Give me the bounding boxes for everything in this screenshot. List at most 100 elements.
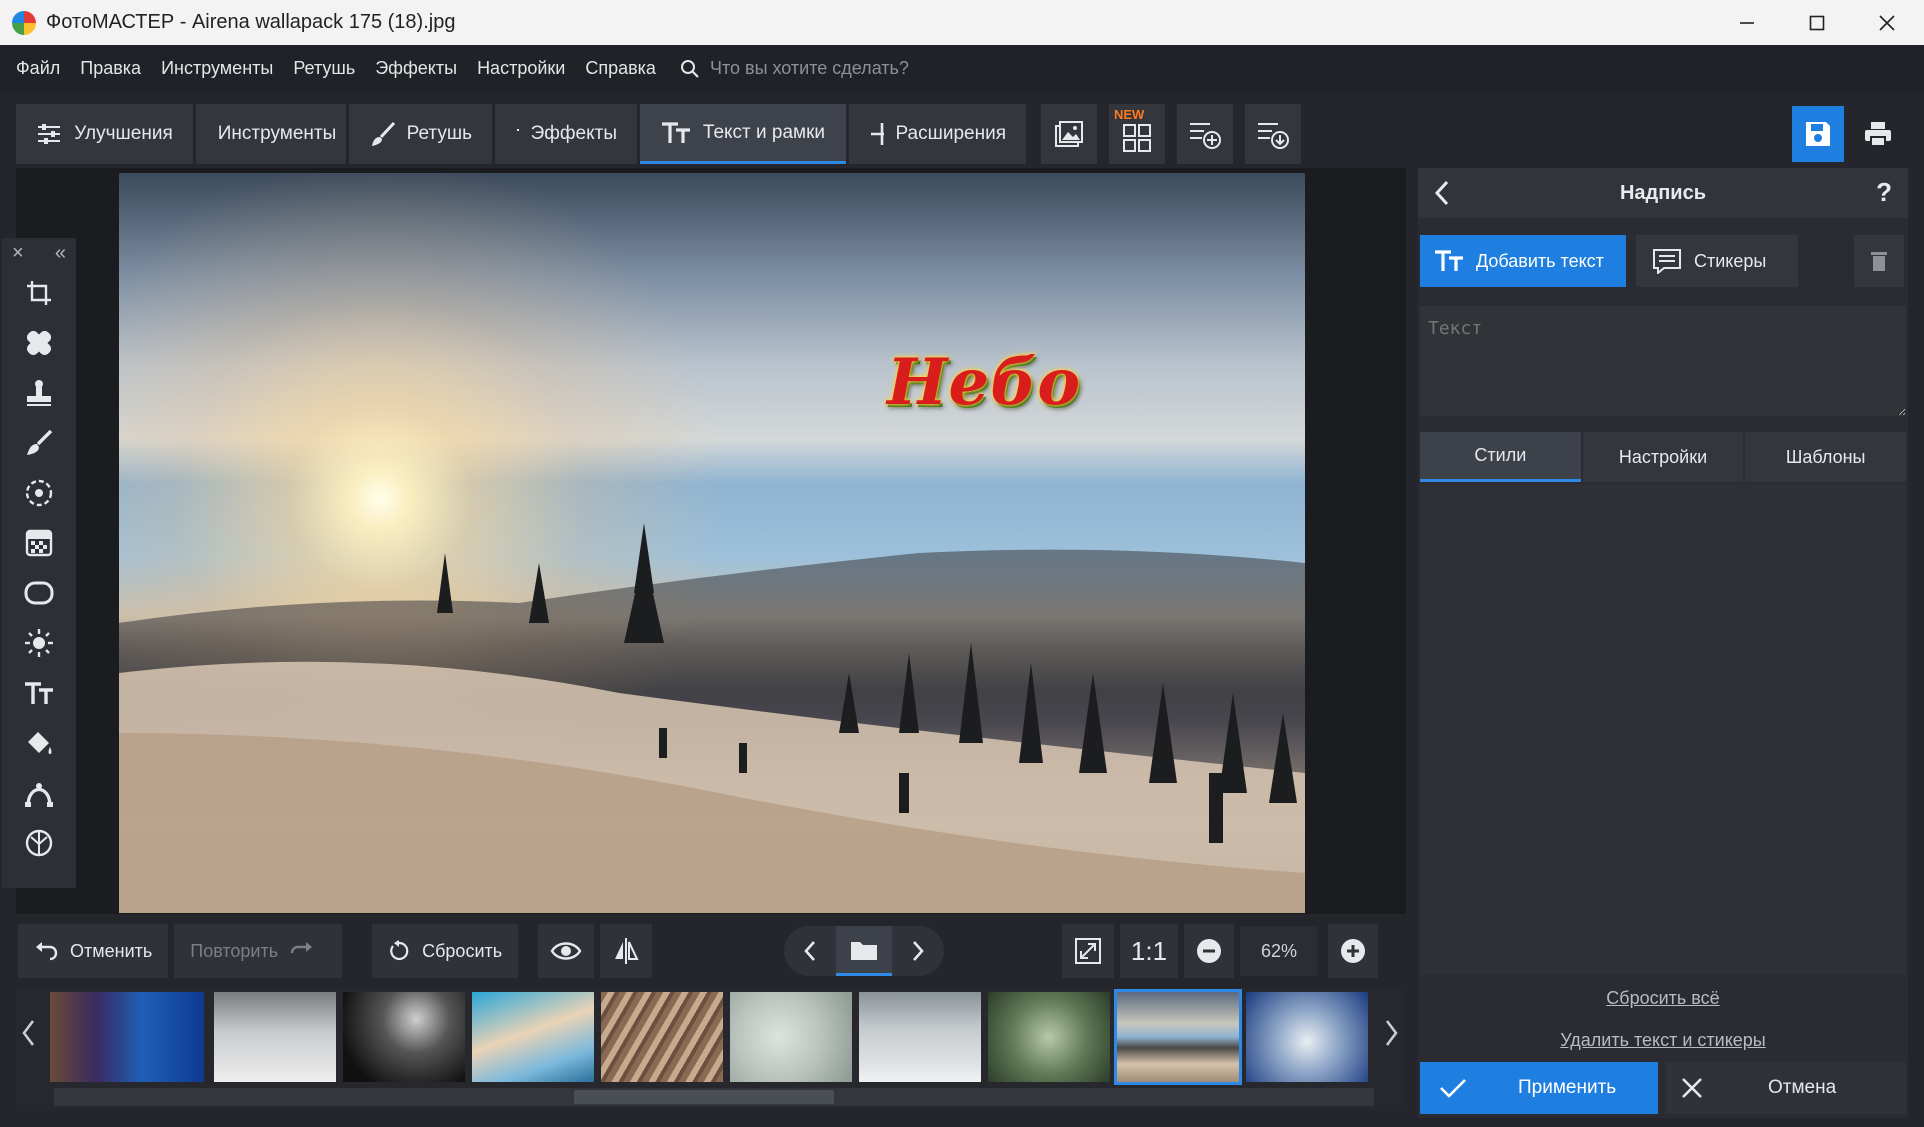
tab-enhancements[interactable]: Улучшения (16, 104, 193, 164)
menu-help[interactable]: Справка (585, 58, 656, 79)
collapse-tools-icon[interactable]: « (55, 242, 66, 265)
thumbnail-3[interactable] (343, 992, 465, 1082)
thumbnail-10[interactable] (1246, 992, 1368, 1082)
text-panel: Надпись ? Добавить текст Стикеры Стили Н… (1418, 168, 1908, 1118)
overlay-text-sky[interactable]: Небо (887, 345, 1081, 420)
thumbnail-8[interactable] (988, 992, 1110, 1082)
sliders-icon (38, 124, 61, 144)
add-preset-button[interactable] (1177, 104, 1233, 164)
tab-extensions[interactable]: Расширения (849, 104, 1026, 164)
preview-button[interactable] (538, 924, 595, 978)
chevron-left-icon (804, 941, 815, 961)
close-button[interactable] (1852, 0, 1922, 45)
checkmark-icon (1440, 1079, 1466, 1098)
redo-button[interactable]: Повторить (174, 924, 343, 978)
fit-screen-button[interactable] (1062, 924, 1114, 978)
film-next-button[interactable] (1384, 1018, 1400, 1053)
image-icon (1055, 121, 1083, 147)
sun-icon (25, 629, 53, 657)
printer-icon (1865, 122, 1891, 147)
download-preset-button[interactable] (1245, 104, 1301, 164)
zoom-in-button[interactable] (1328, 924, 1378, 978)
panel-header: Надпись ? (1418, 168, 1908, 218)
cancel-button[interactable]: Отмена (1666, 1062, 1906, 1114)
thumbnail-5[interactable] (601, 992, 723, 1082)
zoom-level[interactable]: 62% (1240, 926, 1318, 976)
menu-retouch[interactable]: Ретушь (293, 58, 355, 79)
filmstrip-scrollbar[interactable] (54, 1088, 1374, 1106)
close-tools-icon[interactable]: × (12, 242, 24, 265)
tool-light[interactable] (2, 618, 76, 668)
plus-circle-icon (1341, 939, 1365, 963)
compare-button[interactable] (600, 924, 653, 978)
collage-button[interactable]: NEW (1109, 104, 1165, 164)
next-image-button[interactable] (892, 926, 944, 976)
thumbnail-6[interactable] (730, 992, 852, 1082)
thumbnail-4[interactable] (472, 992, 594, 1082)
thumbnail-7[interactable] (859, 992, 981, 1082)
tab-settings[interactable]: Настройки (1582, 432, 1744, 482)
reset-button[interactable]: Сбросить (372, 924, 519, 978)
tool-curves[interactable] (2, 768, 76, 818)
tool-gradient[interactable] (2, 518, 76, 568)
add-text-button[interactable]: Добавить текст (1420, 235, 1626, 287)
image-button[interactable] (1041, 104, 1097, 164)
menu-edit[interactable]: Правка (80, 58, 141, 79)
menu-file[interactable]: Файл (16, 58, 60, 79)
text-input[interactable] (1420, 306, 1906, 416)
tool-vignette[interactable] (2, 568, 76, 618)
film-prev-button[interactable] (20, 1018, 36, 1053)
menu-effects[interactable]: Эффекты (375, 58, 457, 79)
apply-button[interactable]: Применить (1420, 1062, 1658, 1114)
chevron-left-icon (1434, 180, 1449, 206)
tab-text-frames[interactable]: Текст и рамки (640, 104, 846, 164)
filmstrip (16, 988, 1406, 1110)
filmstrip-scroll-thumb[interactable] (574, 1090, 834, 1104)
stickers-button[interactable]: Стикеры (1636, 235, 1798, 287)
prev-image-button[interactable] (784, 926, 836, 976)
tool-text[interactable] (2, 668, 76, 718)
thumbnail-9-selected[interactable] (1114, 989, 1242, 1085)
fit-screen-icon (1075, 938, 1101, 964)
open-folder-button[interactable] (836, 926, 892, 976)
tab-instruments[interactable]: Инструменты (196, 104, 346, 164)
maximize-icon (1809, 15, 1825, 30)
text-icon (25, 682, 53, 704)
tab-styles[interactable]: Стили (1420, 432, 1581, 482)
menu-search[interactable]: Что вы хотите сделать? (680, 58, 909, 79)
tab-templates[interactable]: Шаблоны (1745, 432, 1907, 482)
delete-button[interactable] (1854, 235, 1904, 287)
tool-rotate[interactable] (2, 268, 76, 318)
photo-preview[interactable]: Небо (119, 173, 1305, 913)
tool-radial[interactable] (2, 468, 76, 518)
minimize-button[interactable] (1712, 0, 1782, 45)
thumbnail-1[interactable] (50, 992, 204, 1082)
undo-button[interactable]: Отменить (18, 924, 169, 978)
tool-fill[interactable] (2, 718, 76, 768)
brush-icon (372, 121, 395, 146)
menu-tools[interactable]: Инструменты (161, 58, 273, 79)
maximize-button[interactable] (1782, 0, 1852, 45)
radial-icon (25, 479, 53, 507)
preset-add-icon (1190, 123, 1221, 149)
help-button[interactable]: ? (1876, 177, 1892, 208)
tool-brush[interactable] (2, 418, 76, 468)
tool-stamp[interactable] (2, 368, 76, 418)
save-button[interactable] (1792, 106, 1844, 162)
thumbnail-2[interactable] (214, 992, 336, 1082)
panel-tabs: Стили Настройки Шаблоны (1420, 432, 1907, 482)
menu-settings[interactable]: Настройки (477, 58, 565, 79)
eye-icon (550, 942, 582, 960)
panel-title: Надпись (1619, 181, 1707, 204)
tool-shape[interactable] (2, 818, 76, 868)
reset-all-link[interactable]: Сбросить всё (1418, 988, 1908, 1009)
delete-text-stickers-link[interactable]: Удалить текст и стикеры (1418, 1030, 1908, 1051)
back-button[interactable] (1432, 178, 1450, 214)
tab-retouch[interactable]: Ретушь (349, 104, 492, 164)
print-button[interactable] (1852, 106, 1904, 162)
tab-effects[interactable]: Эффекты (495, 104, 637, 164)
navigation-controls (784, 924, 944, 978)
tool-heal[interactable] (2, 318, 76, 368)
actual-size-button[interactable]: 1:1 (1120, 924, 1178, 978)
zoom-out-button[interactable] (1184, 924, 1234, 978)
